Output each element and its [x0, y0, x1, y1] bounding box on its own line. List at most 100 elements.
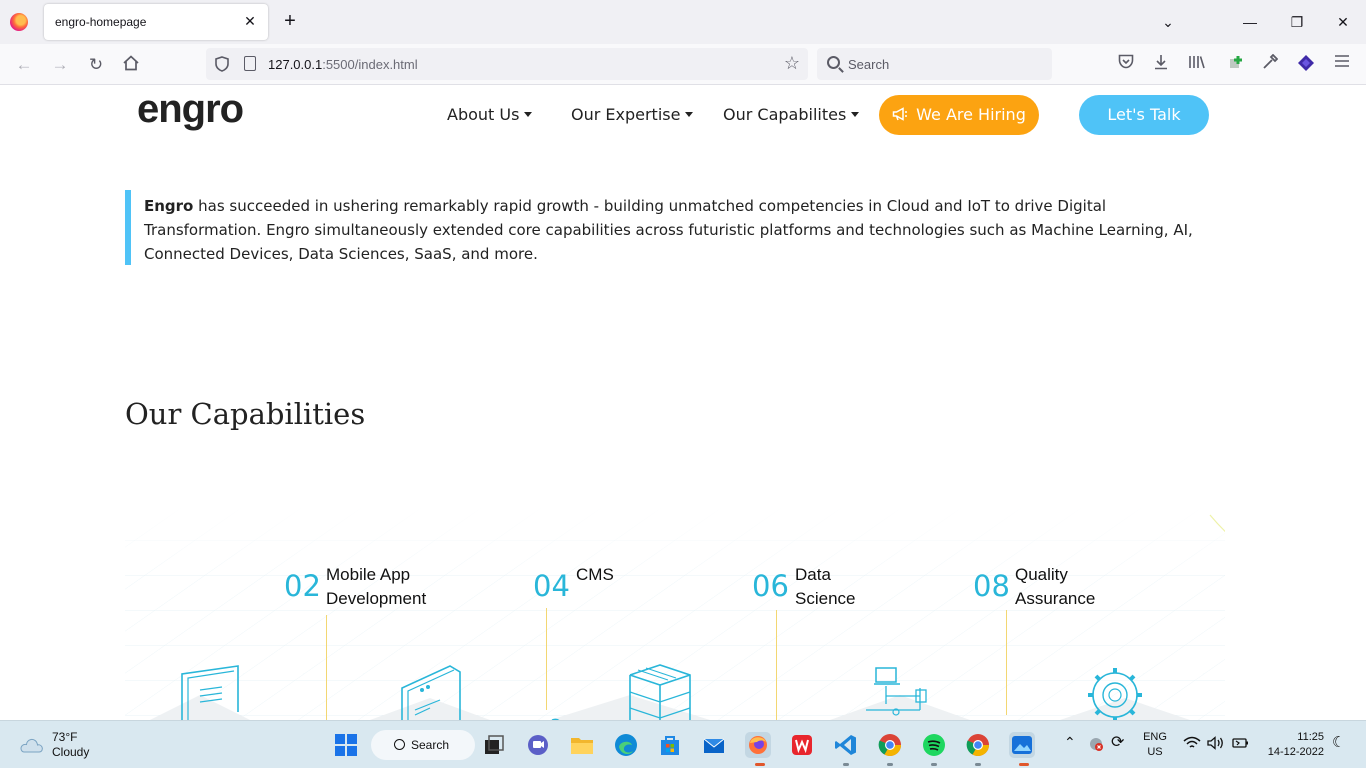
tab-strip: engro-homepage ✕ + ⌄ — ❐ ✕	[0, 0, 1366, 44]
wps-office-icon[interactable]	[789, 732, 815, 758]
engro-logo[interactable]: engro	[137, 87, 244, 132]
microsoft-store-icon[interactable]	[657, 732, 683, 758]
address-bar[interactable]: 127.0.0.1:5500/index.html ☆	[206, 48, 808, 80]
web-page: engro About Us Our Expertise Our Capabil…	[0, 85, 1366, 720]
library-icon[interactable]	[1187, 54, 1207, 74]
running-indicator	[931, 763, 937, 766]
weather-widget[interactable]: 73°F Cloudy	[52, 730, 89, 760]
list-all-tabs-icon[interactable]: ⌄	[1158, 12, 1178, 32]
chrome-icon[interactable]	[877, 732, 903, 758]
mail-icon[interactable]	[701, 732, 727, 758]
taskbar-search-button[interactable]: Search	[371, 730, 475, 760]
teams-chat-icon[interactable]	[525, 732, 551, 758]
taskbar-search-label: Search	[411, 738, 450, 752]
gear-illustration-icon	[1060, 668, 1190, 720]
pocket-icon[interactable]	[1116, 54, 1136, 74]
windows-taskbar: 73°F Cloudy Search ⌃ ⟳ ENG US 11:25 14-1…	[0, 720, 1366, 768]
tracking-shield-icon[interactable]	[215, 56, 229, 72]
capability-label: Data Science	[795, 565, 856, 608]
caret-down-icon	[685, 112, 694, 117]
capability-label: Mobile App Development	[326, 565, 427, 608]
nav-our-capabilities-label: Our Capabilites	[723, 105, 847, 124]
weather-description: Cloudy	[52, 745, 90, 759]
capabilities-heading: Our Capabilities	[125, 397, 366, 431]
megaphone-icon	[892, 95, 908, 135]
we-are-hiring-button[interactable]: We Are Hiring	[879, 95, 1039, 135]
mobile-app-illustration-icon	[370, 665, 490, 720]
show-hidden-icons-chevron-icon[interactable]: ⌃	[1064, 735, 1076, 750]
nav-our-expertise[interactable]: Our Expertise	[571, 105, 694, 124]
running-indicator	[843, 763, 849, 766]
volume-icon[interactable]	[1207, 736, 1225, 755]
connector-line	[1006, 610, 1007, 715]
firefox-icon[interactable]	[10, 13, 28, 31]
downloads-icon[interactable]	[1151, 54, 1171, 74]
search-icon	[827, 56, 840, 69]
clock-date: 14-12-2022	[1267, 746, 1324, 758]
data-network-illustration-icon	[830, 667, 970, 720]
edge-browser-icon[interactable]	[613, 732, 639, 758]
search-placeholder: Search	[848, 57, 890, 72]
nav-our-capabilities[interactable]: Our Capabilites	[723, 105, 860, 124]
extension-purple-icon[interactable]	[1296, 54, 1316, 74]
search-input[interactable]: Search	[817, 48, 1052, 80]
capability-label: CMS	[576, 565, 614, 584]
home-icon[interactable]	[120, 54, 142, 76]
restore-button[interactable]: ❐	[1287, 12, 1307, 32]
file-explorer-icon[interactable]	[569, 732, 595, 758]
capability-label: Quality Assurance	[1015, 565, 1096, 608]
language-indicator[interactable]: ENG US	[1140, 730, 1170, 760]
new-tab-button[interactable]: +	[280, 11, 300, 31]
sync-icon[interactable]: ⟳	[1111, 735, 1124, 751]
forward-arrow-icon[interactable]: →	[49, 54, 71, 76]
tab-close-icon[interactable]: ✕	[240, 11, 260, 31]
minimize-button[interactable]: —	[1240, 12, 1260, 32]
firefox-taskbar-icon[interactable]	[745, 732, 771, 758]
region-code: US	[1147, 746, 1163, 758]
capability-number: 04	[533, 569, 570, 603]
running-indicator	[887, 763, 893, 766]
back-arrow-icon[interactable]: ←	[13, 54, 35, 76]
extension-green-icon[interactable]	[1226, 54, 1246, 74]
caret-down-icon	[851, 112, 860, 117]
reload-icon[interactable]: ↻	[85, 54, 107, 76]
tab-title: engro-homepage	[55, 15, 147, 29]
server-stack-illustration-icon	[550, 664, 710, 720]
spotify-icon[interactable]	[921, 732, 947, 758]
weather-temperature: 73°F	[52, 730, 78, 744]
browser-toolbar: ← → ↻ 127.0.0.1:5500/index.html ☆ Search	[0, 44, 1366, 85]
lets-talk-button[interactable]: Let's Talk	[1079, 95, 1209, 135]
wifi-icon[interactable]	[1183, 736, 1201, 755]
capability-number: 02	[284, 569, 321, 603]
focus-moon-icon[interactable]: ☾	[1332, 735, 1345, 750]
capability-number: 08	[973, 569, 1010, 603]
security-alert-icon[interactable]	[1088, 736, 1104, 757]
connector-line	[326, 615, 327, 720]
eyedropper-icon[interactable]	[1260, 53, 1280, 74]
intro-bold-word: Engro	[144, 197, 194, 215]
photos-app-icon[interactable]	[1009, 732, 1035, 758]
url-text[interactable]: 127.0.0.1:5500/index.html	[268, 57, 418, 72]
we-are-hiring-label: We Are Hiring	[916, 105, 1026, 124]
battery-icon[interactable]	[1231, 736, 1249, 755]
cloudy-weather-icon[interactable]	[18, 735, 44, 753]
clock[interactable]: 11:25 14-12-2022	[1262, 730, 1324, 760]
nav-about-us[interactable]: About Us	[447, 105, 533, 124]
windows-start-icon[interactable]	[333, 732, 359, 758]
search-icon	[394, 739, 405, 750]
clock-time: 11:25	[1297, 731, 1324, 743]
running-indicator	[755, 763, 765, 766]
task-view-icon[interactable]	[481, 732, 507, 758]
chrome-profile-icon[interactable]	[965, 732, 991, 758]
page-info-icon[interactable]	[244, 56, 256, 71]
intro-blockquote: Engro has succeeded in ushering remarkab…	[125, 190, 1210, 265]
capability-number: 06	[752, 569, 789, 603]
tab-engro-homepage[interactable]: engro-homepage ✕	[44, 4, 268, 40]
running-indicator	[975, 763, 981, 766]
nav-about-us-label: About Us	[447, 105, 520, 124]
bookmark-star-icon[interactable]: ☆	[784, 53, 800, 74]
language-code: ENG	[1143, 731, 1167, 743]
hamburger-menu-icon[interactable]	[1332, 54, 1352, 74]
vscode-icon[interactable]	[833, 732, 859, 758]
close-window-button[interactable]: ✕	[1333, 12, 1353, 32]
